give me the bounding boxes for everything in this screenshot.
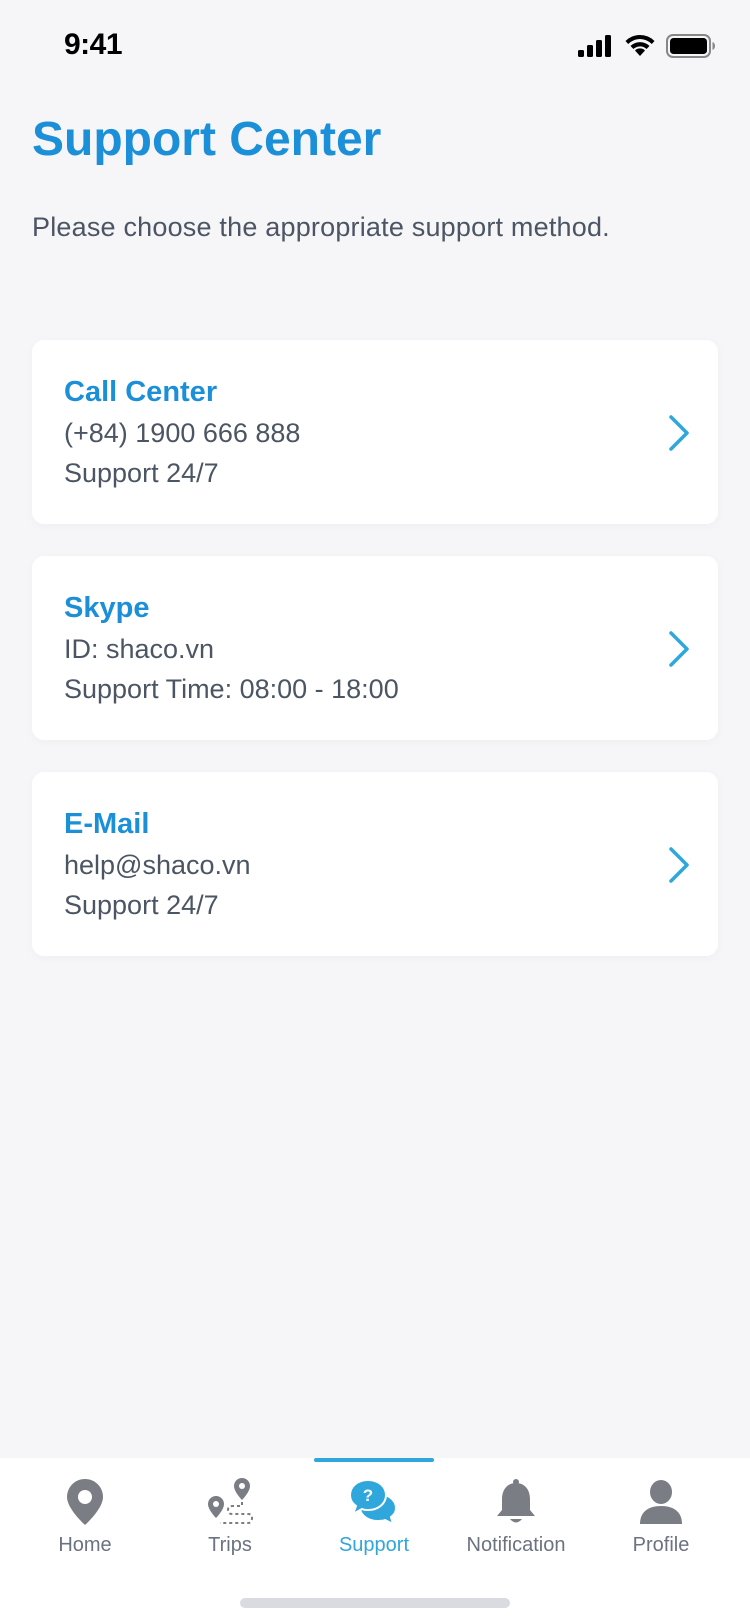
- tab-label: Support: [338, 1534, 410, 1556]
- svg-text:?: ?: [363, 1486, 373, 1505]
- support-chat-icon: ?: [348, 1478, 398, 1526]
- card-title: Skype: [64, 592, 150, 624]
- skype-card[interactable]: Skype ID: shaco.vn Support Time: 08:00 -…: [32, 556, 718, 740]
- route-icon: [208, 1478, 254, 1524]
- tab-label: Notification: [466, 1534, 566, 1556]
- tab-label: Profile: [632, 1534, 690, 1556]
- tab-home[interactable]: Home: [15, 1474, 155, 1564]
- tab-notification[interactable]: Notification: [446, 1474, 586, 1564]
- user-icon: [640, 1480, 682, 1524]
- status-time: 9:41: [64, 28, 123, 61]
- tab-label: Home: [58, 1534, 112, 1556]
- card-detail: ID: shaco.vn: [64, 634, 215, 664]
- bell-icon: [497, 1479, 535, 1523]
- support-method-list: Call Center (+84) 1900 666 888 Support 2…: [32, 340, 718, 988]
- tab-support[interactable]: ? Support: [304, 1474, 444, 1564]
- page-title: Support Center: [32, 113, 382, 166]
- status-bar: 9:41: [0, 0, 750, 94]
- card-support-hours: Support Time: 08:00 - 18:00: [64, 674, 399, 704]
- card-support-hours: Support 24/7: [64, 890, 219, 920]
- battery-icon: [666, 34, 715, 58]
- card-title: Call Center: [64, 376, 218, 408]
- chevron-right-icon: [669, 847, 689, 883]
- card-detail: help@shaco.vn: [64, 850, 251, 880]
- chevron-right-icon: [669, 415, 689, 451]
- map-pin-icon: [67, 1479, 103, 1525]
- card-support-hours: Support 24/7: [64, 458, 219, 488]
- wifi-icon: [625, 34, 655, 56]
- page-subtitle: Please choose the appropriate support me…: [32, 212, 610, 242]
- tab-profile[interactable]: Profile: [591, 1474, 731, 1564]
- cellular-signal-icon: [578, 35, 611, 57]
- tab-trips[interactable]: Trips: [160, 1474, 300, 1564]
- card-detail: (+84) 1900 666 888: [64, 418, 301, 448]
- email-card[interactable]: E-Mail help@shaco.vn Support 24/7: [32, 772, 718, 956]
- chevron-right-icon: [669, 631, 689, 667]
- home-indicator: [240, 1598, 510, 1608]
- status-icons: [578, 32, 716, 60]
- card-title: E-Mail: [64, 808, 150, 840]
- tab-label: Trips: [208, 1534, 252, 1556]
- call-center-card[interactable]: Call Center (+84) 1900 666 888 Support 2…: [32, 340, 718, 524]
- active-tab-indicator: [314, 1458, 434, 1462]
